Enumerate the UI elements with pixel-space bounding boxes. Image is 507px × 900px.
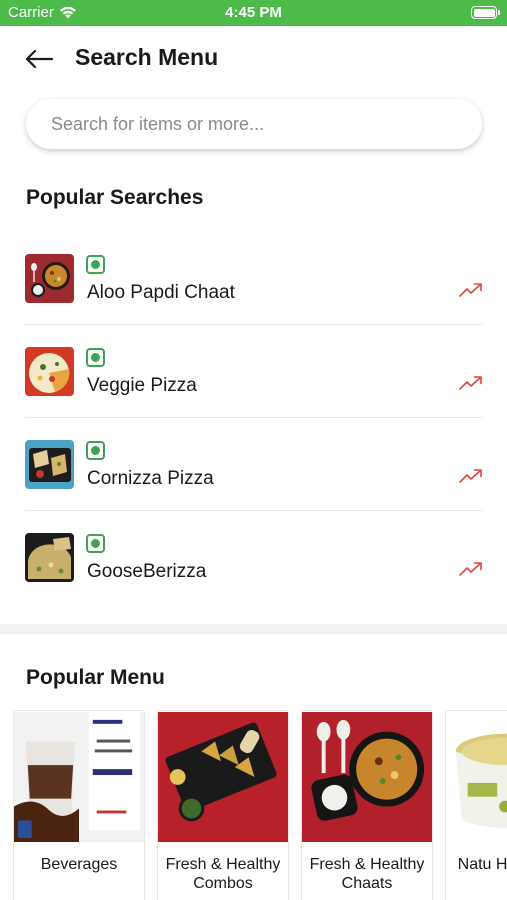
- chaats-image: [302, 712, 432, 842]
- trending-icon: [459, 283, 482, 297]
- status-time: 4:45 PM: [225, 4, 282, 21]
- list-item[interactable]: Veggie Pizza: [25, 325, 483, 418]
- menu-card-chaats[interactable]: Fresh & Healthy Chaats: [301, 710, 433, 900]
- menu-card-combos[interactable]: Fresh & Healthy Combos: [157, 710, 289, 900]
- food-thumbnail: [25, 254, 74, 303]
- back-arrow-icon: [25, 49, 54, 69]
- veg-icon: [86, 534, 105, 553]
- menu-card-natural[interactable]: Natu Healt Gro: [445, 710, 507, 900]
- natural-grocery-image: [446, 712, 507, 842]
- food-thumbnail: [25, 533, 74, 582]
- list-item[interactable]: GooseBerizza: [25, 511, 483, 604]
- food-thumbnail: [25, 440, 74, 489]
- item-name: Aloo Papdi Chaat: [87, 282, 235, 303]
- item-name: Veggie Pizza: [87, 375, 197, 396]
- trending-icon: [459, 469, 482, 483]
- menu-card-label: Natu Healt Gro: [457, 856, 507, 873]
- item-name: Cornizza Pizza: [87, 468, 214, 489]
- back-button[interactable]: [24, 46, 58, 72]
- menu-card-beverages[interactable]: Beverages: [13, 710, 145, 900]
- menu-card-label: Fresh & Healthy Combos: [165, 856, 281, 892]
- popular-menu-title: Popular Menu: [26, 666, 165, 689]
- veg-icon: [86, 255, 105, 274]
- combos-image: [158, 712, 288, 842]
- status-bar: Carrier 4:45 PM: [0, 0, 507, 26]
- page-title: Search Menu: [75, 44, 219, 70]
- trending-icon: [459, 562, 482, 576]
- header: Search Menu: [0, 26, 507, 92]
- veg-icon: [86, 441, 105, 460]
- menu-card-label: Beverages: [40, 856, 118, 873]
- battery-icon: [471, 6, 500, 19]
- popular-searches-list: Aloo Papdi Chaat Veggie Pizza Cornizza P…: [25, 232, 483, 604]
- menu-card-label: Fresh & Healthy Chaats: [309, 856, 425, 892]
- section-divider: [0, 624, 507, 634]
- popular-menu-carousel[interactable]: Beverages Fresh & Healthy Combos Fresh &…: [13, 710, 507, 900]
- search-input[interactable]: [51, 113, 451, 135]
- beverages-image: [14, 712, 144, 842]
- list-item[interactable]: Aloo Papdi Chaat: [25, 232, 483, 325]
- item-name: GooseBerizza: [87, 561, 207, 582]
- popular-searches-title: Popular Searches: [26, 186, 204, 209]
- trending-icon: [459, 376, 482, 390]
- search-box[interactable]: [26, 99, 482, 149]
- veg-icon: [86, 348, 105, 367]
- list-item[interactable]: Cornizza Pizza: [25, 418, 483, 511]
- food-thumbnail: [25, 347, 74, 396]
